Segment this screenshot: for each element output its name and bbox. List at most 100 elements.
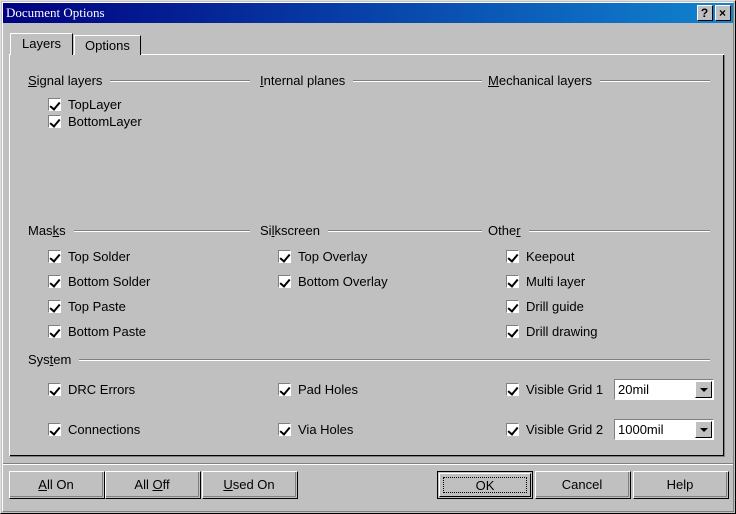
checkbox-label-top-solder: Top Solder	[68, 249, 130, 264]
ok-button-face: OK	[439, 473, 531, 497]
checkbox-label-drill-guide: Drill guide	[526, 299, 584, 314]
checkbox-bottom-overlay[interactable]	[278, 275, 291, 288]
checkbox-label-keepout: Keepout	[526, 249, 574, 264]
checkbox-bottomlayer[interactable]	[48, 115, 61, 128]
checkbox-pad-holes[interactable]	[278, 383, 291, 396]
checkbox-row-bottom-overlay[interactable]: Bottom Overlay	[278, 274, 388, 289]
checkbox-row-top-solder[interactable]: Top Solder	[48, 249, 130, 264]
checkbox-bottom-paste[interactable]	[48, 325, 61, 338]
titlebar[interactable]: Document Options ? ×	[3, 3, 733, 23]
checkbox-visible-grid-2[interactable]	[506, 423, 519, 436]
group-rule-internal-planes	[353, 80, 482, 82]
tab-layers-label: Layers	[22, 36, 61, 51]
help-text-button[interactable]: Help	[633, 471, 729, 499]
all-off-button-face: All Off	[106, 472, 199, 497]
checkbox-visible-grid-1[interactable]	[506, 383, 519, 396]
tab-options[interactable]: Options	[74, 35, 141, 55]
checkbox-drill-guide[interactable]	[506, 300, 519, 313]
checkbox-row-top-overlay[interactable]: Top Overlay	[278, 249, 367, 264]
checkbox-row-connections[interactable]: Connections	[48, 422, 140, 437]
checkbox-row-via-holes[interactable]: Via Holes	[278, 422, 353, 437]
group-label-other: Other	[488, 223, 529, 238]
checkbox-label-top-paste: Top Paste	[68, 299, 126, 314]
chevron-down-icon[interactable]	[695, 421, 712, 438]
group-rule-signal-layers	[110, 80, 250, 82]
group-header-silkscreen: Silkscreen	[260, 223, 482, 238]
checkbox-row-visible-grid-2[interactable]: Visible Grid 2	[506, 422, 603, 437]
checkbox-keepout[interactable]	[506, 250, 519, 263]
group-label-mechanical-layers: Mechanical layers	[488, 73, 600, 88]
question-mark-icon: ?	[698, 6, 711, 19]
combo-visible-grid-1[interactable]: 20mil	[614, 379, 714, 400]
checkbox-label-drc-errors: DRC Errors	[68, 382, 135, 397]
checkbox-label-toplayer: TopLayer	[68, 97, 121, 112]
used-on-button-label: Used On	[223, 477, 274, 492]
checkbox-row-drill-drawing[interactable]: Drill drawing	[506, 324, 598, 339]
combo-visible-grid-2-value: 1000mil	[615, 422, 695, 437]
all-on-button[interactable]: All On	[9, 471, 105, 499]
all-on-button-face: All On	[10, 472, 103, 497]
checkbox-label-bottom-paste: Bottom Paste	[68, 324, 146, 339]
checkbox-label-bottomlayer: BottomLayer	[68, 114, 142, 129]
combo-visible-grid-2[interactable]: 1000mil	[614, 419, 714, 440]
checkbox-connections[interactable]	[48, 423, 61, 436]
checkbox-row-drill-guide[interactable]: Drill guide	[506, 299, 584, 314]
used-on-button[interactable]: Used On	[202, 471, 298, 499]
checkbox-row-bottomlayer[interactable]: BottomLayer	[48, 114, 142, 129]
all-off-button-label: All Off	[134, 477, 169, 492]
checkbox-row-drc-errors[interactable]: DRC Errors	[48, 382, 135, 397]
bottom-separator	[3, 463, 733, 465]
checkbox-row-bottom-solder[interactable]: Bottom Solder	[48, 274, 150, 289]
chevron-down-icon[interactable]	[695, 381, 712, 398]
group-header-internal-planes: Internal planes	[260, 73, 482, 88]
group-header-masks: Masks	[28, 223, 250, 238]
checkbox-via-holes[interactable]	[278, 423, 291, 436]
checkbox-row-top-paste[interactable]: Top Paste	[48, 299, 126, 314]
cancel-button[interactable]: Cancel	[535, 471, 631, 499]
checkbox-drill-drawing[interactable]	[506, 325, 519, 338]
tab-strip: Layers Options	[11, 33, 141, 55]
checkbox-label-visible-grid-2: Visible Grid 2	[526, 422, 603, 437]
checkbox-label-connections: Connections	[68, 422, 140, 437]
checkbox-row-multi-layer[interactable]: Multi layer	[506, 274, 585, 289]
cancel-button-face: Cancel	[536, 472, 629, 497]
tab-content-panel: Signal layers Internal planes Mechanical…	[9, 54, 725, 457]
checkbox-multi-layer[interactable]	[506, 275, 519, 288]
checkbox-row-visible-grid-1[interactable]: Visible Grid 1	[506, 382, 603, 397]
document-options-dialog: Document Options ? × Layers Options Sign…	[0, 0, 736, 514]
group-label-masks: Masks	[28, 223, 74, 238]
group-rule-masks	[74, 230, 250, 232]
checkbox-row-toplayer[interactable]: TopLayer	[48, 97, 121, 112]
close-button[interactable]: ×	[715, 5, 731, 21]
help-button-label: Help	[667, 477, 694, 492]
ok-button[interactable]: OK	[437, 471, 533, 499]
group-header-system: System	[28, 352, 710, 367]
checkbox-bottom-solder[interactable]	[48, 275, 61, 288]
checkbox-top-overlay[interactable]	[278, 250, 291, 263]
checkbox-top-solder[interactable]	[48, 250, 61, 263]
checkbox-top-paste[interactable]	[48, 300, 61, 313]
checkbox-row-bottom-paste[interactable]: Bottom Paste	[48, 324, 146, 339]
tab-layers[interactable]: Layers	[10, 33, 73, 55]
checkbox-toplayer[interactable]	[48, 98, 61, 111]
ok-button-focus-ring: OK	[443, 477, 527, 493]
checkbox-label-via-holes: Via Holes	[298, 422, 353, 437]
checkbox-row-keepout[interactable]: Keepout	[506, 249, 574, 264]
combo-visible-grid-1-value: 20mil	[615, 382, 695, 397]
group-label-internal-planes: Internal planes	[260, 73, 353, 88]
window-title: Document Options	[6, 5, 697, 21]
group-header-mechanical-layers: Mechanical layers	[488, 73, 710, 88]
group-label-signal-layers: Signal layers	[28, 73, 110, 88]
checkbox-label-bottom-overlay: Bottom Overlay	[298, 274, 388, 289]
help-button[interactable]: ?	[697, 5, 713, 21]
close-icon: ×	[716, 6, 729, 19]
checkbox-drc-errors[interactable]	[48, 383, 61, 396]
group-rule-other	[529, 230, 710, 232]
checkbox-row-pad-holes[interactable]: Pad Holes	[278, 382, 358, 397]
checkbox-label-multi-layer: Multi layer	[526, 274, 585, 289]
ok-button-label: OK	[476, 478, 495, 493]
all-on-button-label: All On	[38, 477, 73, 492]
checkbox-label-top-overlay: Top Overlay	[298, 249, 367, 264]
all-off-button[interactable]: All Off	[105, 471, 201, 499]
checkbox-label-drill-drawing: Drill drawing	[526, 324, 598, 339]
